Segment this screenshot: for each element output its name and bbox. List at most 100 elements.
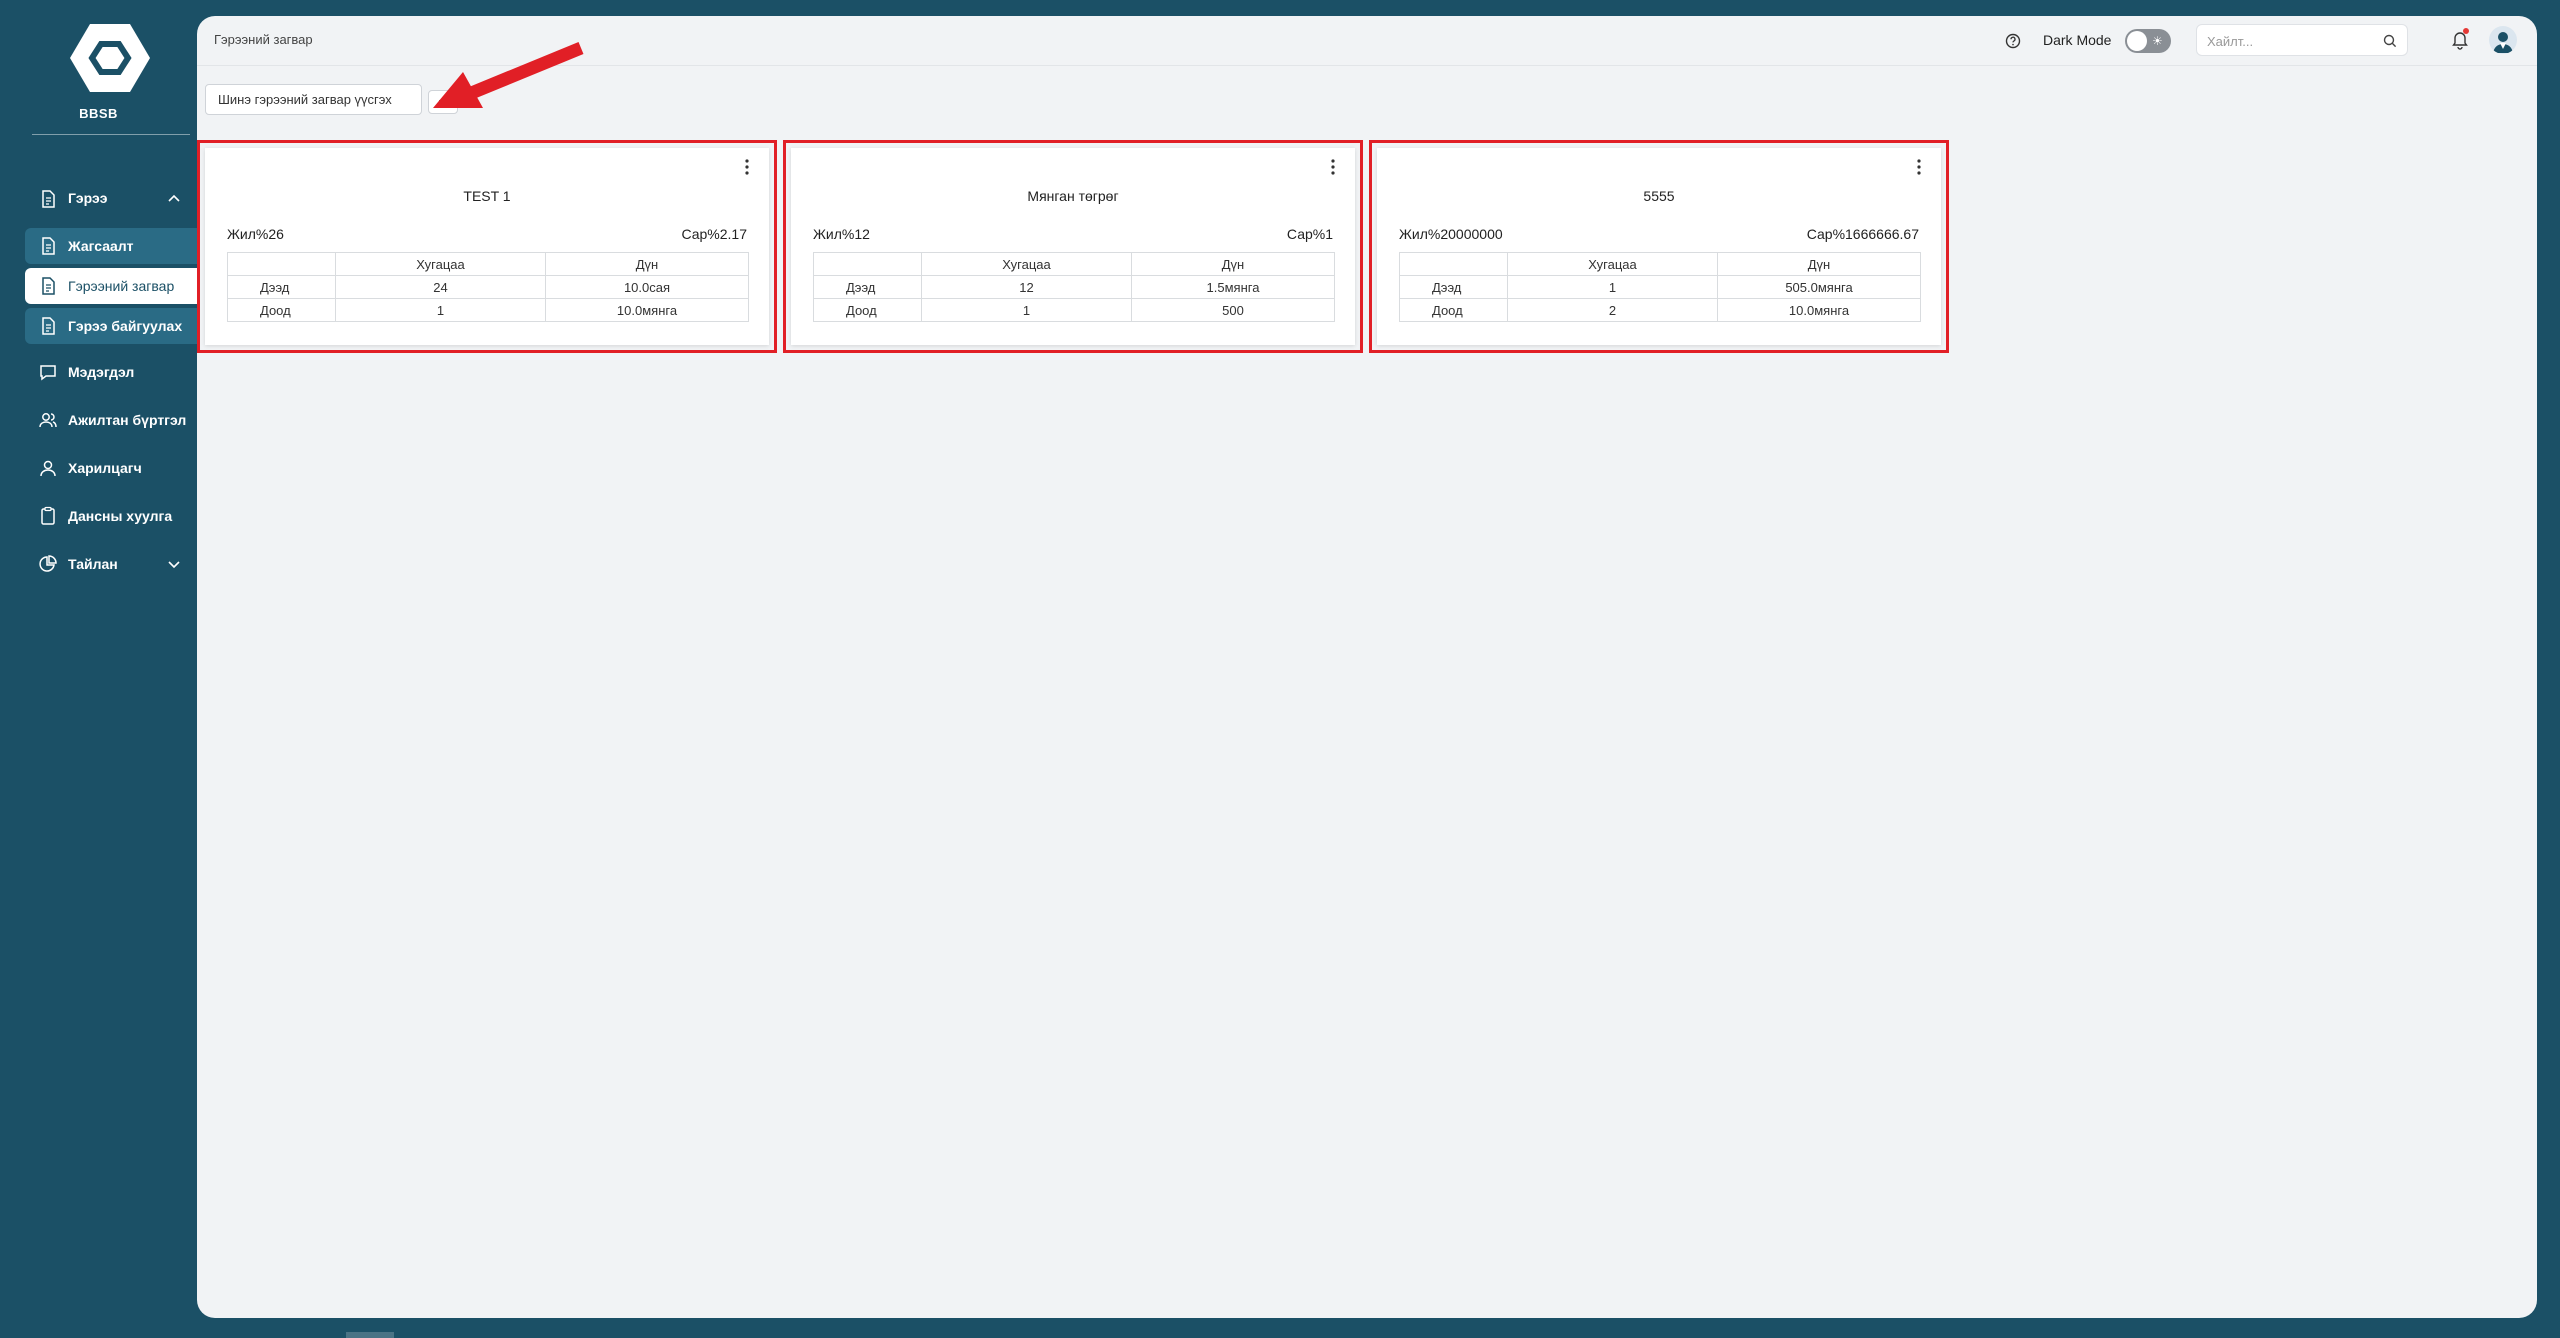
help-icon[interactable]	[2004, 32, 2022, 50]
table-cell: 505.0мянга	[1717, 275, 1921, 299]
sidebar-item-label: Тайлан	[68, 556, 118, 572]
search-icon[interactable]	[2382, 33, 2398, 49]
template-card-highlight: TEST 1 Жил%26 Сар%2.17 Хугацаа Дүн Дээд …	[197, 140, 777, 353]
sidebar-item-label: Харилцагч	[68, 460, 142, 476]
sidebar-item-contract-template[interactable]: Гэрээний загвар	[25, 268, 197, 304]
table-cell: Доод	[1399, 298, 1508, 322]
terms-table: Хугацаа Дүн Дээд 24 10.0сая Доод 1 10.0м…	[227, 252, 749, 322]
table-header-row: Хугацаа Дүн	[227, 252, 749, 276]
table-row: Дээд 24 10.0сая	[227, 275, 749, 299]
table-cell: 10.0мянга	[545, 298, 749, 322]
scroll-indicator	[346, 1332, 394, 1338]
table-header	[227, 252, 336, 276]
users-icon	[39, 413, 57, 428]
year-rate: Жил%20000000	[1399, 226, 1503, 242]
breadcrumb: Гэрээний загвар	[214, 32, 313, 47]
table-cell: Дээд	[1399, 275, 1508, 299]
sidebar: BBSB Гэрээ Жагсаалт Гэрээний загвар Гэрэ…	[0, 0, 197, 1338]
template-card[interactable]: 5555 Жил%20000000 Сар%1666666.67 Хугацаа…	[1377, 148, 1941, 345]
document-icon	[42, 190, 55, 208]
sidebar-item-notifications[interactable]: Мэдэгдэл	[0, 348, 197, 396]
table-row: Доод 1 10.0мянга	[227, 298, 749, 322]
sun-icon: ☀	[2152, 34, 2163, 48]
month-rate: Сар%2.17	[681, 226, 747, 242]
table-row: Доод 1 500	[813, 298, 1335, 322]
template-name-input[interactable]	[205, 84, 422, 115]
sidebar-item-customers[interactable]: Харилцагч	[0, 444, 197, 492]
dark-mode-toggle[interactable]: ☀	[2125, 29, 2171, 53]
sidebar-item-create-contract[interactable]: Гэрээ байгуулах	[25, 308, 197, 344]
table-cell: 10.0мянга	[1717, 298, 1921, 322]
template-card[interactable]: Мянган төгрөг Жил%12 Сар%1 Хугацаа Дүн Д…	[791, 148, 1355, 345]
clipboard-icon	[41, 506, 55, 525]
table-header: Хугацаа	[921, 252, 1132, 276]
table-header: Дүн	[545, 252, 749, 276]
template-card-highlight: 5555 Жил%20000000 Сар%1666666.67 Хугацаа…	[1369, 140, 1949, 353]
table-cell: 500	[1131, 298, 1335, 322]
red-arrow-annotation	[433, 41, 584, 108]
sidebar-item-label: Гэрээ	[68, 190, 108, 206]
table-row: Дээд 1 505.0мянга	[1399, 275, 1921, 299]
terms-table: Хугацаа Дүн Дээд 1 505.0мянга Доод 2 10.…	[1399, 252, 1921, 322]
sidebar-item-label: Дансны хуулга	[68, 508, 173, 524]
template-card-highlight: Мянган төгрөг Жил%12 Сар%1 Хугацаа Дүн Д…	[783, 140, 1363, 353]
month-rate: Сар%1666666.67	[1806, 226, 1919, 242]
sidebar-item-label: Гэрээний загвар	[68, 278, 175, 294]
table-header	[1399, 252, 1508, 276]
card-title: 5555	[1643, 188, 1675, 204]
sidebar-item-employees[interactable]: Ажилтан бүртгэл	[0, 396, 197, 444]
table-cell: 1	[335, 298, 546, 322]
table-cell: 1	[1507, 275, 1718, 299]
table-header-row: Хугацаа Дүн	[813, 252, 1335, 276]
sidebar-item-statements[interactable]: Дансны хуулга	[0, 492, 197, 540]
chevron-down-icon[interactable]	[167, 557, 181, 571]
table-cell: Дээд	[813, 275, 922, 299]
year-rate: Жил%26	[227, 226, 284, 242]
sidebar-item-reports[interactable]: Тайлан	[0, 540, 197, 588]
sidebar-item-label: Мэдэгдэл	[68, 364, 135, 380]
more-vertical-icon[interactable]	[739, 158, 755, 176]
search-box	[2196, 24, 2408, 56]
card-title: TEST 1	[463, 188, 511, 204]
table-cell: 24	[335, 275, 546, 299]
table-header: Дүн	[1131, 252, 1335, 276]
table-header: Дүн	[1717, 252, 1921, 276]
notification-dot	[2463, 28, 2469, 34]
avatar[interactable]	[2489, 26, 2517, 54]
sidebar-item-label: Ажилтан бүртгэл	[68, 412, 187, 428]
table-row: Доод 2 10.0мянга	[1399, 298, 1921, 322]
pie-chart-icon	[39, 555, 57, 572]
chat-icon	[40, 365, 56, 381]
sidebar-item-list[interactable]: Жагсаалт	[25, 228, 197, 264]
notification-bell[interactable]	[2449, 28, 2471, 50]
table-cell: Доод	[813, 298, 922, 322]
table-cell: 1	[921, 298, 1132, 322]
terms-table: Хугацаа Дүн Дээд 12 1.5мянга Доод 1 500	[813, 252, 1335, 322]
table-header: Хугацаа	[1507, 252, 1718, 276]
search-input[interactable]	[2207, 31, 2377, 51]
logo-icon	[70, 22, 150, 94]
document-icon	[42, 317, 55, 335]
card-title: Мянган төгрөг	[1027, 188, 1119, 204]
year-rate: Жил%12	[813, 226, 870, 242]
chevron-up-icon[interactable]	[167, 192, 181, 206]
brand-name: BBSB	[79, 106, 118, 121]
document-icon	[42, 237, 55, 255]
document-icon	[42, 277, 55, 295]
table-cell: 1.5мянга	[1131, 275, 1335, 299]
table-cell: 10.0сая	[545, 275, 749, 299]
sidebar-nav: Гэрээ Жагсаалт Гэрээний загвар Гэрээ бай…	[0, 180, 197, 588]
user-icon	[40, 460, 56, 477]
more-vertical-icon[interactable]	[1911, 158, 1927, 176]
toggle-knob	[2127, 31, 2147, 51]
template-card[interactable]: TEST 1 Жил%26 Сар%2.17 Хугацаа Дүн Дээд …	[205, 148, 769, 345]
user-avatar-icon	[2493, 32, 2513, 53]
dark-mode-label: Dark Mode	[2043, 32, 2112, 48]
sidebar-item-contract[interactable]: Гэрээ	[0, 180, 197, 216]
sidebar-item-label: Гэрээ байгуулах	[68, 318, 183, 334]
sidebar-item-label: Жагсаалт	[68, 238, 134, 254]
table-header: Хугацаа	[335, 252, 546, 276]
more-vertical-icon[interactable]	[1325, 158, 1341, 176]
table-cell: 2	[1507, 298, 1718, 322]
table-header-row: Хугацаа Дүн	[1399, 252, 1921, 276]
